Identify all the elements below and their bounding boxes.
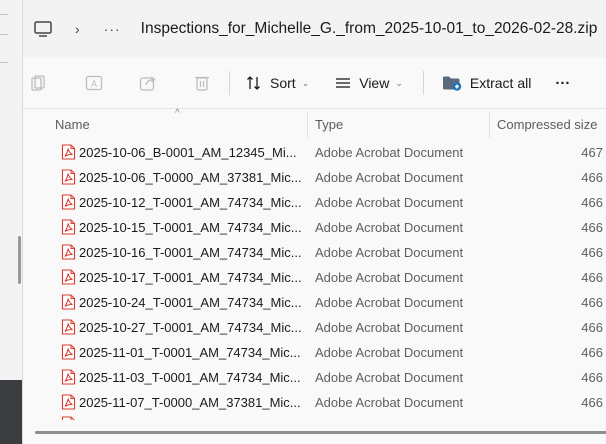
view-label: View [359,75,390,91]
pdf-file-icon [61,194,76,210]
file-name: 2025-10-15_T-0001_AM_74734_Mic... [79,219,302,235]
file-compressed-size: 467 [581,144,603,160]
background-window-line [0,62,8,63]
file-compressed-size: 466 [581,269,603,285]
file-row[interactable]: 2025-10-16_T-0001_AM_74734_Mic... Adobe A… [23,241,606,263]
file-row[interactable]: 2025-10-27_T-0001_AM_74734_Mic... Adobe A… [23,316,606,338]
background-window-line [0,34,8,35]
file-name: 2025-10-24_T-0001_AM_74734_Mic... [79,294,302,310]
pdf-file-icon [61,416,76,420]
pdf-file-icon [61,294,76,310]
file-name: 2025-11-01_T-0001_AM_74734_Mic... [79,344,301,360]
pdf-file-icon [61,394,76,410]
file-compressed-size: 466 [581,294,603,310]
file-name: 2025-10-17_T-0001_AM_74734_Mic... [79,269,302,285]
pdf-file-icon [61,144,76,160]
pdf-file-icon [61,219,76,235]
file-name: 2025-10-27_T-0001_AM_74734_Mic... [79,319,302,335]
file-row[interactable]: 2025-10-06_B-0001_AM_12345_Mi... Adobe Ac… [23,141,606,163]
command-bar: A Sort ⌄ View ⌄ Extract all ··· [23,58,606,109]
column-header-type[interactable]: Type [315,117,343,132]
file-compressed-size: 466 [581,369,603,385]
file-name: 2025-10-06_B-0001_AM_12345_Mi... [79,144,297,160]
file-row[interactable]: 2025-11-01_T-0001_AM_74734_Mic... Adobe A… [23,341,606,363]
breadcrumb-separator[interactable]: › [75,21,80,37]
more-options-button[interactable]: ··· [555,75,570,92]
file-type: Adobe Acrobat Document [315,194,464,210]
file-type: Adobe Acrobat Document [315,144,464,160]
sort-indicator-icon: ^ [175,108,180,119]
pdf-file-icon [61,169,76,185]
file-type: Adobe Acrobat Document [315,319,464,335]
pdf-file-icon [61,244,76,260]
extract-folder-icon [442,75,462,91]
column-header-compressed-size[interactable]: Compressed size [497,117,597,132]
file-row[interactable]: 2025-10-17_T-0001_AM_74734_Mic... Adobe A… [23,266,606,288]
toolbar-divider [422,71,424,95]
extract-all-label: Extract all [469,75,532,91]
chevron-down-icon: ⌄ [395,77,403,88]
file-row-partial[interactable] [61,416,76,420]
pdf-file-icon [61,344,76,360]
delete-icon[interactable] [191,72,213,94]
toolbar-divider [229,71,230,95]
file-compressed-size: 466 [581,169,603,185]
file-name: 2025-11-07_T-0000_AM_37381_Mic... [79,394,301,410]
share-icon[interactable] [137,72,159,94]
column-header-name[interactable]: Name [55,117,90,132]
pdf-file-icon [61,269,76,285]
file-type: Adobe Acrobat Document [315,219,464,235]
copy-icon[interactable] [27,72,49,94]
view-icon [335,76,351,90]
file-row[interactable]: 2025-11-03_T-0001_AM_74734_Mic... Adobe A… [23,366,606,388]
file-compressed-size: 466 [581,194,603,210]
file-compressed-size: 466 [581,344,603,360]
file-row[interactable]: 2025-10-12_T-0001_AM_74734_Mic... Adobe A… [23,191,606,213]
rename-icon[interactable]: A [83,72,105,94]
pdf-file-icon [61,369,76,385]
file-type: Adobe Acrobat Document [315,169,464,185]
computer-icon[interactable] [33,19,53,39]
background-window-scrollbar [18,236,21,284]
file-type: Adobe Acrobat Document [315,369,464,385]
file-row[interactable]: 2025-11-07_T-0000_AM_37381_Mic... Adobe A… [23,391,606,413]
file-row[interactable]: 2025-10-24_T-0001_AM_74734_Mic... Adobe A… [23,291,606,313]
file-compressed-size: 466 [581,319,603,335]
svg-text:A: A [91,79,97,89]
file-name: 2025-10-16_T-0001_AM_74734_Mic... [79,244,302,260]
file-type: Adobe Acrobat Document [315,394,464,410]
pdf-file-icon [61,319,76,335]
file-name: 2025-10-06_T-0000_AM_37381_Mic... [79,169,302,185]
file-type: Adobe Acrobat Document [315,294,464,310]
file-type: Adobe Acrobat Document [315,344,464,360]
view-button[interactable]: View ⌄ [335,75,403,91]
background-window-line [0,14,8,15]
file-name: 2025-10-12_T-0001_AM_74734_Mic... [79,194,302,210]
file-name: 2025-11-03_T-0001_AM_74734_Mic... [79,369,301,385]
file-list: 2025-10-06_B-0001_AM_12345_Mi... Adobe Ac… [23,141,606,421]
sort-button[interactable]: Sort ⌄ [246,75,309,91]
file-type: Adobe Acrobat Document [315,269,464,285]
breadcrumb-current-folder[interactable]: Inspections_for_Michelle_G._from_2025-10… [141,20,598,38]
file-row[interactable]: 2025-10-15_T-0001_AM_74734_Mic... Adobe A… [23,216,606,238]
file-compressed-size: 466 [581,394,603,410]
extract-all-button[interactable]: Extract all [442,75,531,91]
sort-label: Sort [270,75,296,91]
horizontal-scrollbar[interactable] [35,431,606,434]
file-type: Adobe Acrobat Document [315,244,464,260]
address-bar[interactable]: › ··· Inspections_for_Michelle_G._from_2… [23,0,606,58]
breadcrumb-overflow-button[interactable]: ··· [104,21,121,37]
column-divider[interactable] [489,112,490,138]
file-explorer-window: › ··· Inspections_for_Michelle_G._from_2… [22,0,606,444]
sort-icon [246,75,262,91]
file-compressed-size: 466 [581,219,603,235]
chevron-down-icon: ⌄ [301,77,310,88]
column-divider[interactable] [307,112,308,138]
column-header-row: ^ Name Type Compressed size [23,108,606,138]
file-compressed-size: 466 [581,244,603,260]
file-row[interactable]: 2025-10-06_T-0000_AM_37381_Mic... Adobe A… [23,166,606,188]
